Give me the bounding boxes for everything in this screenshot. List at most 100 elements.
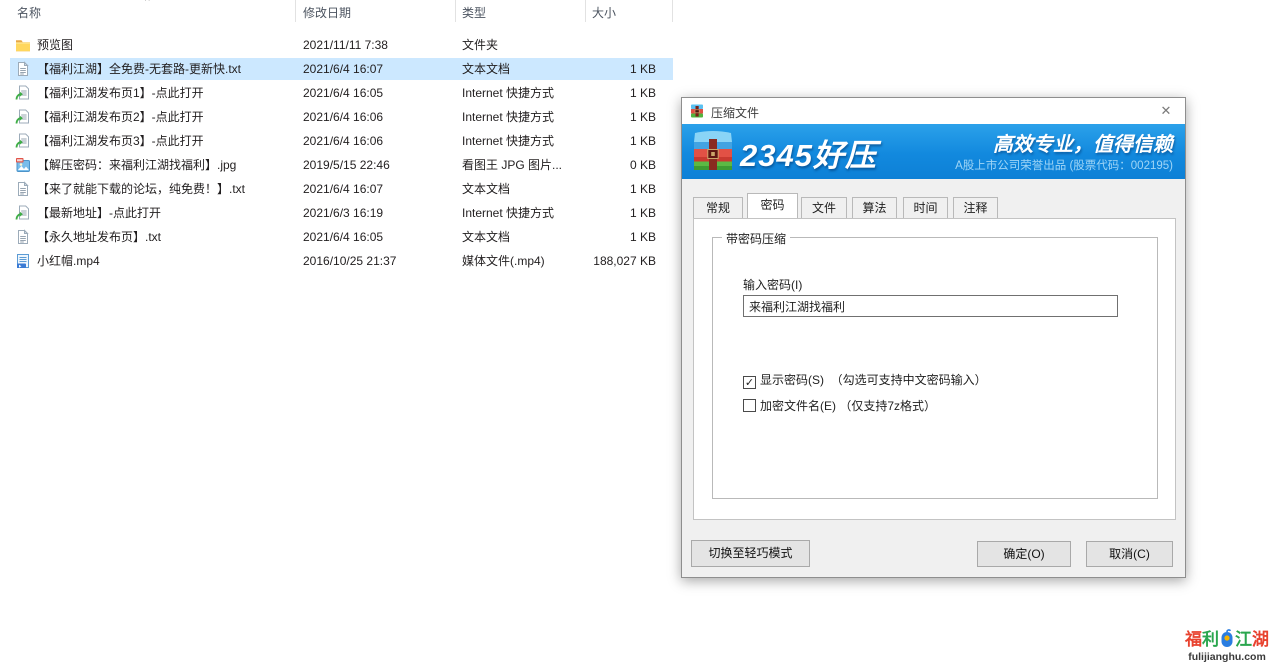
password-groupbox: 带密码压缩 输入密码(I) ✓显示密码(S) （勾选可支持中文密码输入） 加密文… <box>712 237 1158 499</box>
compress-file-dialog: 压缩文件 ✕ 2345好压 高效专业，值得信赖 A股上市公司荣誉出品 (股票代码… <box>681 97 1186 578</box>
file-date: 2016/10/25 21:37 <box>303 249 396 273</box>
file-size: 1 KB <box>540 225 656 249</box>
file-row[interactable]: 【最新地址】-点此打开 2021/6/3 16:19 Internet 快捷方式… <box>0 201 673 225</box>
file-type: 文件夹 <box>462 33 498 57</box>
file-explorer: 名称 ^ 修改日期 类型 大小 预览图 2021/11/11 7:38 文件夹 … <box>0 0 680 669</box>
watermark-logo: 福利江湖 <box>1182 629 1272 650</box>
folder-icon <box>15 37 31 53</box>
column-divider[interactable] <box>672 0 673 22</box>
file-row[interactable]: 【福利江湖发布页3】-点此打开 2021/6/4 16:06 Internet … <box>0 129 673 153</box>
encrypt-names-hint: （仅支持7z格式） <box>839 399 936 413</box>
cancel-button[interactable]: 取消(C) <box>1086 541 1173 567</box>
dialog-title: 压缩文件 <box>711 104 759 121</box>
file-date: 2021/6/3 16:19 <box>303 201 383 225</box>
file-name[interactable]: 【福利江湖发布页1】-点此打开 <box>37 81 204 105</box>
watermark-char: 利 <box>1202 630 1219 649</box>
file-name[interactable]: 【福利江湖发布页3】-点此打开 <box>37 129 204 153</box>
file-name[interactable]: 【来了就能下载的论坛，纯免费！】.txt <box>37 177 245 201</box>
tab-general[interactable]: 常规 <box>693 197 743 218</box>
mouse-icon <box>1220 629 1234 648</box>
column-divider[interactable] <box>295 0 296 22</box>
dialog-titlebar[interactable]: 压缩文件 ✕ <box>682 98 1185 124</box>
dialog-tab-bar: 常规 密码 文件 算法 时间 注释 <box>682 193 1185 218</box>
file-row[interactable]: 【福利江湖发布页2】-点此打开 2021/6/4 16:06 Internet … <box>0 105 673 129</box>
file-size: 188,027 KB <box>540 249 656 273</box>
file-row-folder[interactable]: 预览图 2021/11/11 7:38 文件夹 <box>0 33 673 57</box>
file-size: 0 KB <box>540 153 656 177</box>
haozip-logo-icon <box>691 129 735 173</box>
show-password-checkbox[interactable]: ✓ <box>743 376 756 389</box>
file-size: 1 KB <box>540 129 656 153</box>
file-type: 媒体文件(.mp4) <box>462 249 545 273</box>
file-row[interactable]: 【福利江湖发布页1】-点此打开 2021/6/4 16:05 Internet … <box>0 81 673 105</box>
file-size: 1 KB <box>540 105 656 129</box>
media-file-icon <box>15 253 31 269</box>
watermark-domain: fulijianghu.com <box>1182 651 1272 663</box>
watermark-char: 湖 <box>1252 630 1269 649</box>
file-row[interactable]: 【永久地址发布页】.txt 2021/6/4 16:05 文本文档 1 KB <box>0 225 673 249</box>
column-header-date[interactable]: 修改日期 <box>303 4 351 21</box>
file-date: 2021/6/4 16:05 <box>303 225 383 249</box>
tab-time[interactable]: 时间 <box>903 197 948 218</box>
password-input[interactable] <box>743 295 1118 317</box>
file-date: 2021/6/4 16:06 <box>303 129 383 153</box>
column-header-name[interactable]: 名称 <box>17 4 41 21</box>
close-icon[interactable]: ✕ <box>1157 103 1175 119</box>
brand-subtitle: A股上市公司荣誉出品 (股票代码：002195) <box>955 157 1173 173</box>
show-password-label: 显示密码(S) <box>760 373 824 387</box>
column-header-type[interactable]: 类型 <box>462 4 486 21</box>
file-row-selected[interactable]: 【福利江湖】全免费-无套路-更新快.txt 2021/6/4 16:07 文本文… <box>0 57 673 81</box>
file-size: 1 KB <box>540 201 656 225</box>
watermark-char: 福 <box>1185 630 1202 649</box>
tab-files[interactable]: 文件 <box>801 197 847 218</box>
brand-banner: 2345好压 高效专业，值得信赖 A股上市公司荣誉出品 (股票代码：002195… <box>682 124 1185 179</box>
file-date: 2021/6/4 16:05 <box>303 81 383 105</box>
file-date: 2021/6/4 16:06 <box>303 105 383 129</box>
internet-shortcut-icon <box>15 205 31 221</box>
file-date: 2021/6/4 16:07 <box>303 177 383 201</box>
tab-algorithm[interactable]: 算法 <box>852 197 897 218</box>
file-size: 1 KB <box>540 81 656 105</box>
sort-ascending-icon: ^ <box>145 0 150 7</box>
file-row[interactable]: 【解压密码：来福利江湖找福利】.jpg 2019/5/15 22:46 看图王 … <box>0 153 673 177</box>
groupbox-title: 带密码压缩 <box>722 230 790 247</box>
file-name[interactable]: 【福利江湖发布页2】-点此打开 <box>37 105 204 129</box>
file-name[interactable]: 预览图 <box>37 33 73 57</box>
file-date: 2021/11/11 7:38 <box>303 33 388 57</box>
column-divider[interactable] <box>585 0 586 22</box>
file-name[interactable]: 【福利江湖】全免费-无套路-更新快.txt <box>37 57 241 81</box>
jpg-image-icon <box>15 157 31 173</box>
file-name[interactable]: 【永久地址发布页】.txt <box>37 225 161 249</box>
encrypt-names-row: 加密文件名(E) （仅支持7z格式） <box>743 399 936 415</box>
column-header-size[interactable]: 大小 <box>592 4 616 21</box>
encrypt-names-checkbox[interactable] <box>743 399 756 412</box>
password-tab-panel: 带密码压缩 输入密码(I) ✓ 显示密码(S) （勾选可支持中文密码输入） 加密文… <box>693 218 1176 520</box>
ok-button[interactable]: 确定(O) <box>977 541 1071 567</box>
file-name[interactable]: 小红帽.mp4 <box>37 249 100 273</box>
column-header-row: 名称 ^ 修改日期 类型 大小 <box>0 0 680 22</box>
file-date: 2019/5/15 22:46 <box>303 153 390 177</box>
brand-name: 2345好压 <box>740 130 877 175</box>
text-file-icon <box>15 181 31 197</box>
password-input-label: 输入密码(I) <box>743 276 802 293</box>
lite-mode-button[interactable]: 切换至轻巧模式 <box>691 540 810 567</box>
file-row[interactable]: 【来了就能下载的论坛，纯免费！】.txt 2021/6/4 16:07 文本文档… <box>0 177 673 201</box>
brand-slogan: 高效专业，值得信赖 <box>993 128 1173 157</box>
text-file-icon <box>15 229 31 245</box>
file-row[interactable]: 小红帽.mp4 2016/10/25 21:37 媒体文件(.mp4) 188,… <box>0 249 673 273</box>
encrypt-names-label: 加密文件名(E) <box>760 399 836 413</box>
fulijianghu-watermark: 福利江湖 fulijianghu.com <box>1182 629 1272 663</box>
file-date: 2021/6/4 16:07 <box>303 57 383 81</box>
watermark-char: 江 <box>1235 630 1252 649</box>
internet-shortcut-icon <box>15 133 31 149</box>
column-divider[interactable] <box>455 0 456 22</box>
show-password-hint: （勾选可支持中文密码输入） <box>831 373 987 387</box>
file-name[interactable]: 【最新地址】-点此打开 <box>37 201 161 225</box>
file-type: 文本文档 <box>462 57 510 81</box>
internet-shortcut-icon <box>15 85 31 101</box>
file-type: 文本文档 <box>462 177 510 201</box>
show-password-row: ✓ 显示密码(S) （勾选可支持中文密码输入） <box>743 373 987 389</box>
tab-comment[interactable]: 注释 <box>953 197 998 218</box>
tab-password[interactable]: 密码 <box>747 193 798 218</box>
file-name[interactable]: 【解压密码：来福利江湖找福利】.jpg <box>37 153 236 177</box>
